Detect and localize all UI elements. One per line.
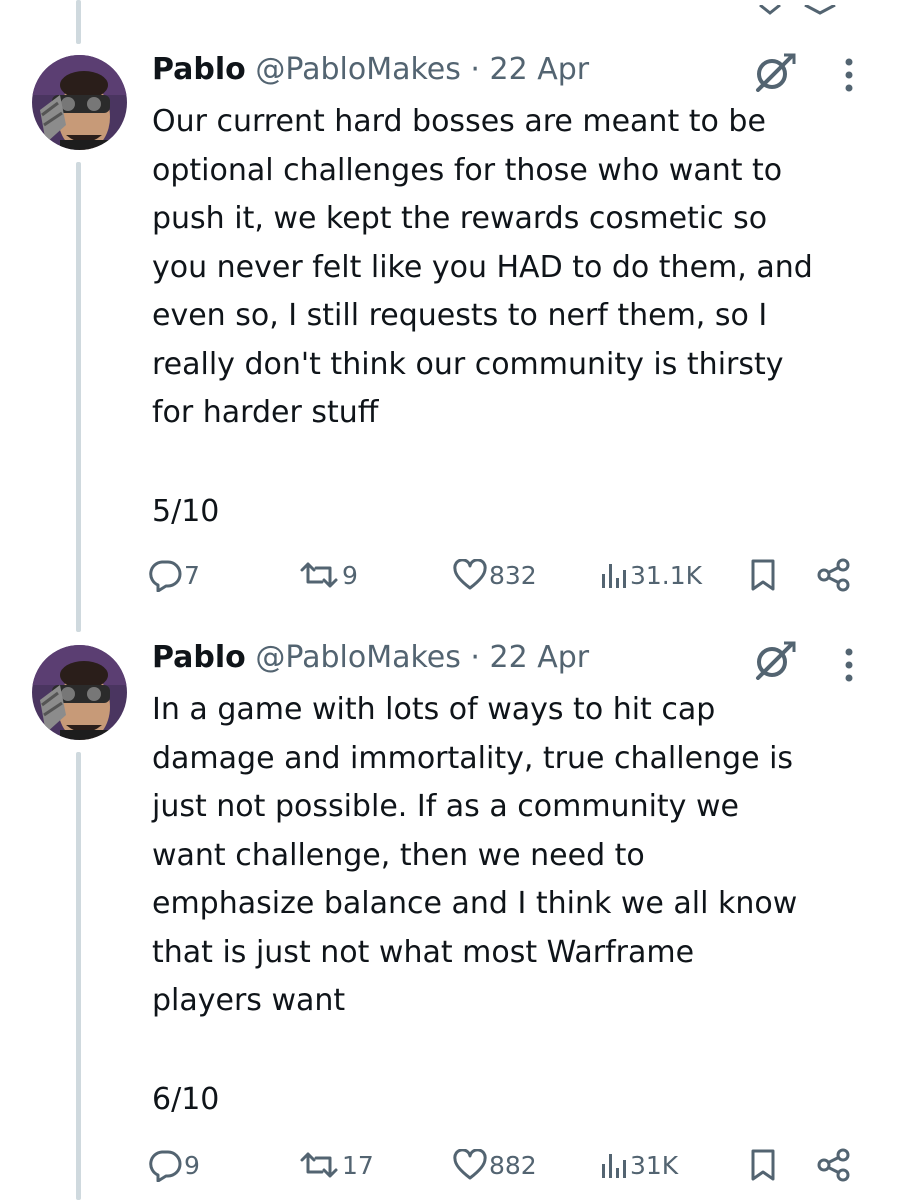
views-button[interactable]: 31.1K [600,555,702,595]
repost-count: 9 [342,560,358,590]
bookmark-icon [751,559,775,591]
view-count: 31.1K [630,560,703,590]
share-button[interactable] [816,1145,852,1185]
reply-count: 9 [184,1150,200,1180]
thread-index: 6/10 [152,1082,220,1117]
author-handle[interactable]: @PabloMakes [255,640,461,675]
share-button[interactable] [816,555,852,595]
like-button[interactable]: 882 [453,1145,537,1185]
analytics-icon [602,564,626,588]
heart-icon [453,1149,487,1180]
thread-index: 5/10 [152,494,220,529]
post-date[interactable]: 22 Apr [490,640,590,675]
author-handle[interactable]: @PabloMakes [255,52,461,87]
bookmark-icon [751,1149,775,1181]
repost-icon [300,562,338,588]
avatar-image [32,645,127,740]
grok-icon[interactable] [752,52,796,96]
like-button[interactable]: 832 [453,555,537,595]
post-date[interactable]: 22 Apr [490,52,590,87]
more-vertical-icon[interactable] [844,58,854,96]
thread-line [76,0,81,44]
reply-icon [149,1150,182,1182]
views-button[interactable]: 31K [600,1145,678,1185]
thread-line [76,162,81,632]
cropped-icons [759,3,836,15]
repost-icon [300,1152,338,1178]
post-actions: 7 9 832 31.1K [148,555,868,595]
view-count: 31K [630,1150,679,1180]
share-icon [817,1148,850,1182]
post-text: Our current hard bosses are meant to be … [152,104,813,430]
more-vertical-icon[interactable] [844,648,854,686]
reply-button[interactable]: 9 [148,1145,200,1185]
reply-count: 7 [184,560,200,590]
avatar[interactable] [32,645,127,740]
separator: · [470,640,480,675]
reply-button[interactable]: 7 [148,555,200,595]
post-header: Pablo @PabloMakes · 22 Apr [152,638,589,678]
repost-button[interactable]: 17 [298,1145,374,1185]
avatar-image [32,55,127,150]
repost-count: 17 [342,1150,374,1180]
like-count: 882 [489,1150,537,1180]
bookmark-button[interactable] [748,1145,778,1185]
heart-icon [453,559,487,590]
share-icon [817,558,850,592]
author-name[interactable]: Pablo [152,52,246,87]
repost-button[interactable]: 9 [298,555,358,595]
thread-line [76,752,81,1200]
post-actions: 9 17 882 31K [148,1145,868,1185]
author-name[interactable]: Pablo [152,640,246,675]
like-count: 832 [489,560,537,590]
avatar[interactable] [32,55,127,150]
analytics-icon [602,1154,626,1178]
grok-icon[interactable] [752,640,796,684]
bookmark-button[interactable] [748,555,778,595]
reply-icon [149,560,182,592]
post-text: In a game with lots of ways to hit cap d… [152,692,798,1018]
separator: · [470,52,480,87]
previous-post-actions-stub [0,0,898,15]
post-header: Pablo @PabloMakes · 22 Apr [152,50,589,90]
